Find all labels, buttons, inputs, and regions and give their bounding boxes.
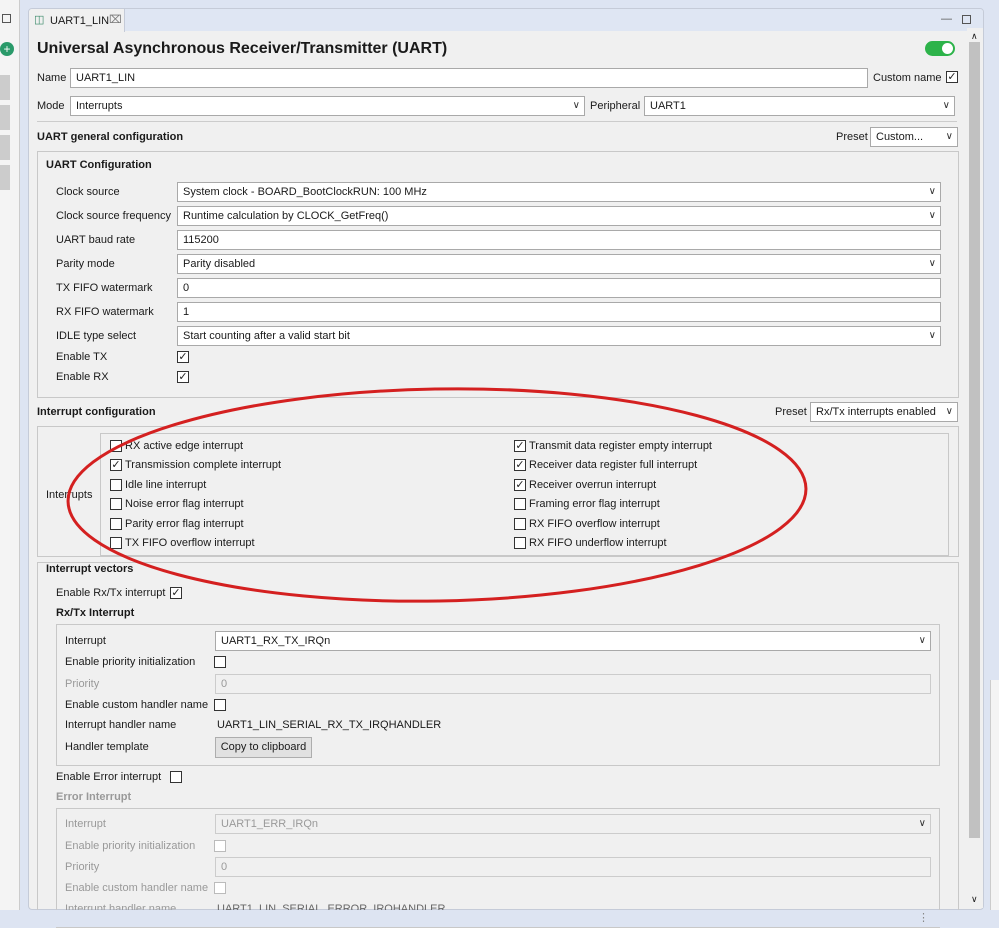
annotation-ellipse-shape [66,387,808,603]
annotation-ellipse [66,387,808,603]
